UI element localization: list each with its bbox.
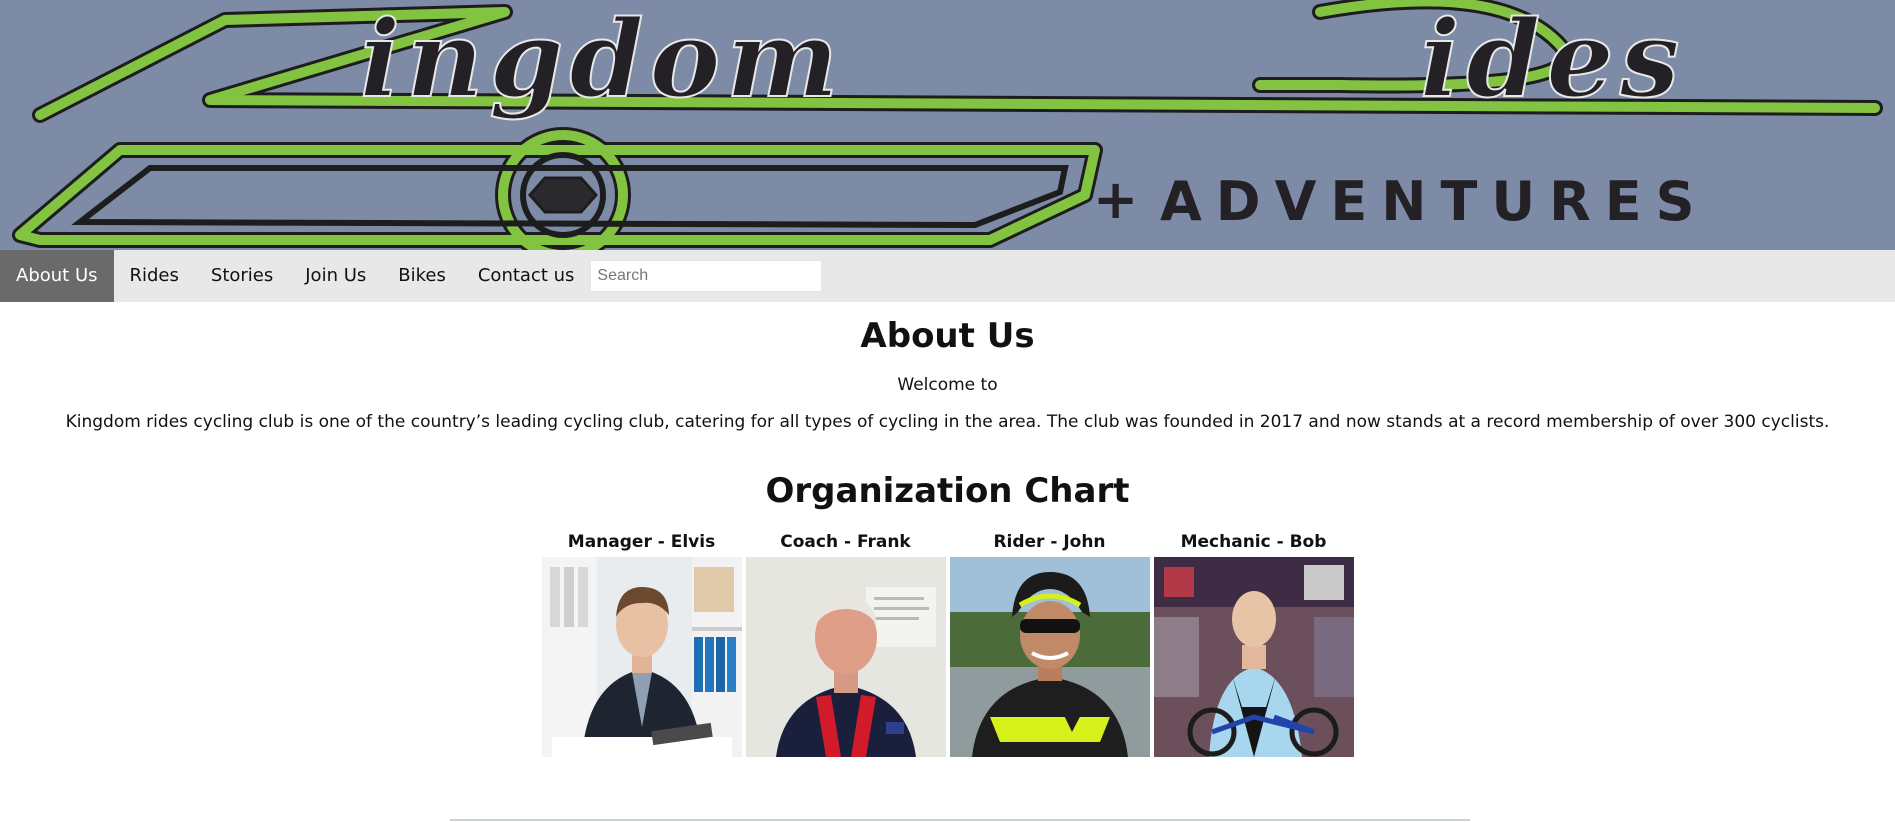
org-chart-grid: Manager - Elvis Coach - Frank Rider - Jo…: [0, 531, 1895, 757]
rider-photo: [949, 557, 1150, 757]
svg-text:ides: ides: [1420, 0, 1686, 121]
org-card-mechanic: Mechanic - Bob: [1153, 531, 1354, 757]
page-title: About Us: [860, 316, 1035, 356]
org-label-coach: Coach - Frank: [780, 532, 911, 552]
intro-paragraph: Kingdom rides cycling club is one of the…: [65, 412, 1830, 432]
svg-text:+: +: [1093, 168, 1138, 231]
org-card-manager: Manager - Elvis: [541, 531, 742, 757]
org-label-rider: Rider - John: [993, 532, 1106, 552]
nav-item-bikes[interactable]: Bikes: [382, 250, 462, 302]
nav-item-stories[interactable]: Stories: [195, 250, 289, 302]
main-nav: About Us Rides Stories Join Us Bikes Con…: [0, 250, 1895, 302]
org-card-coach: Coach - Frank: [745, 531, 946, 757]
org-card-rider: Rider - John: [949, 531, 1150, 757]
svg-text:ingdom: ingdom: [360, 0, 844, 121]
manager-photo: [541, 557, 742, 757]
nav-item-about-us[interactable]: About Us: [0, 250, 114, 302]
site-banner: ingdom ides + ADVENTURES: [0, 0, 1895, 250]
search-input[interactable]: [590, 260, 823, 292]
nav-item-contact-us[interactable]: Contact us: [462, 250, 591, 302]
kingdom-rides-logo: ingdom ides + ADVENTURES: [12, 0, 1883, 250]
mechanic-photo: [1153, 557, 1354, 757]
org-label-mechanic: Mechanic - Bob: [1180, 532, 1327, 552]
org-label-manager: Manager - Elvis: [567, 532, 716, 552]
coach-photo: [745, 557, 946, 757]
svg-text:ADVENTURES: ADVENTURES: [1160, 170, 1709, 233]
nav-item-rides[interactable]: Rides: [114, 250, 195, 302]
nav-item-join-us[interactable]: Join Us: [289, 250, 382, 302]
org-chart-title: Organization Chart: [765, 471, 1130, 511]
section-divider: [450, 819, 1470, 821]
main-content: About Us Welcome to Kingdom rides cyclin…: [0, 314, 1895, 757]
welcome-text: Welcome to: [897, 375, 998, 395]
